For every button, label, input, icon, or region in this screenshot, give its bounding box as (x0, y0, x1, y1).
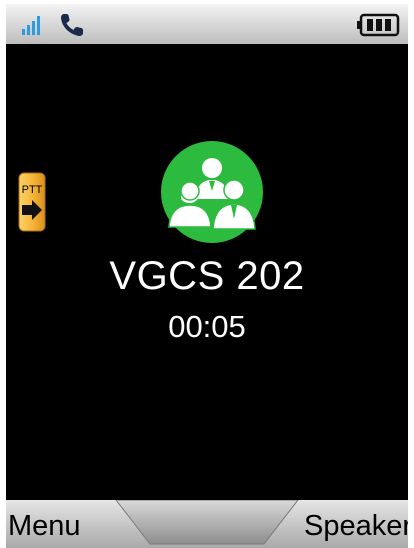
phone-screen: PTT VGCS 202 00:05 Menu Speaker (6, 4, 408, 548)
menu-softkey[interactable]: Menu (8, 508, 81, 544)
signal-icon (22, 16, 40, 35)
group-users-icon (161, 141, 263, 243)
phone-icon (61, 14, 83, 36)
status-bar (6, 4, 408, 44)
call-timer: 00:05 (168, 309, 246, 344)
speaker-softkey[interactable]: Speaker (304, 508, 408, 544)
softkey-bar: Menu Speaker (6, 500, 408, 548)
ptt-indicator: PTT (18, 172, 46, 232)
ptt-label: PTT (22, 184, 43, 196)
battery-icon (357, 13, 400, 37)
call-group-name: VGCS 202 (109, 254, 305, 298)
